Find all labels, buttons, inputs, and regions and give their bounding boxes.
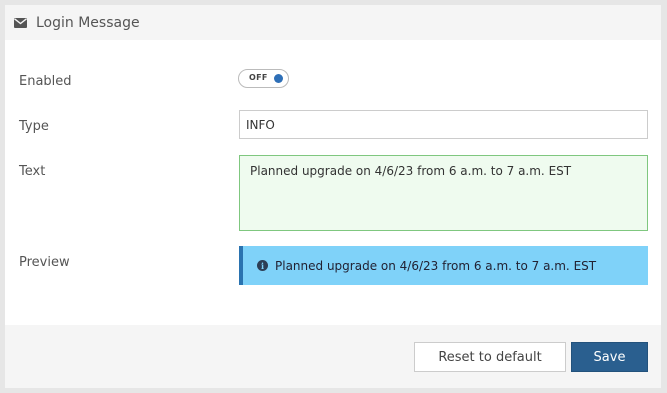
panel-title: Login Message	[36, 14, 140, 31]
panel-header: Login Message	[5, 5, 661, 40]
preview-text: Planned upgrade on 4/6/23 from 6 a.m. to…	[275, 258, 597, 273]
reset-to-default-button[interactable]: Reset to default	[414, 342, 566, 372]
panel-footer: Reset to default Save	[5, 325, 661, 388]
enabled-toggle[interactable]: OFF	[238, 69, 289, 88]
envelope-icon	[14, 17, 27, 28]
toggle-knob	[274, 74, 283, 83]
type-label: Type	[19, 119, 49, 134]
toggle-state-text: OFF	[249, 73, 268, 82]
info-circle-icon: i	[257, 260, 268, 271]
message-preview: i Planned upgrade on 4/6/23 from 6 a.m. …	[239, 246, 648, 285]
save-button[interactable]: Save	[571, 342, 648, 372]
text-label: Text	[19, 164, 46, 179]
text-textarea[interactable]: Planned upgrade on 4/6/23 from 6 a.m. to…	[239, 155, 648, 231]
login-message-panel: Login Message Enabled OFF Type INFO Text…	[5, 5, 661, 388]
preview-label: Preview	[19, 255, 70, 270]
enabled-label: Enabled	[19, 74, 72, 89]
type-input[interactable]: INFO	[239, 110, 648, 139]
